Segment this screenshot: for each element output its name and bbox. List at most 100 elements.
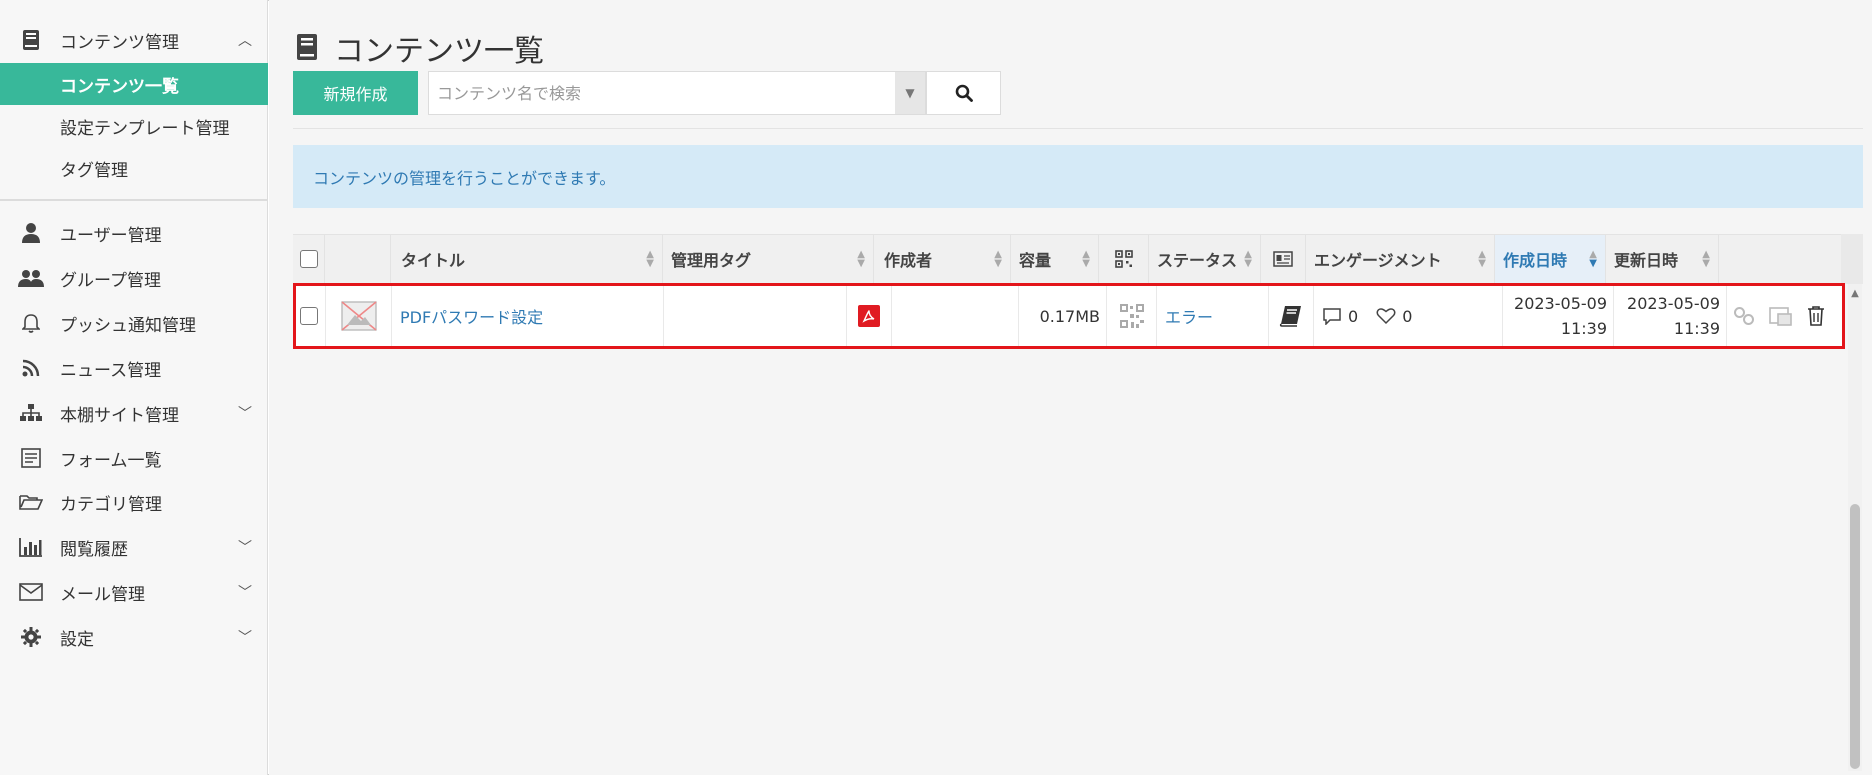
gear-icon (16, 625, 46, 649)
sidebar-item-label: コンテンツ管理 (60, 32, 179, 53)
book-icon[interactable] (1279, 305, 1303, 327)
envelope-icon (16, 580, 46, 604)
sitemap-icon (16, 401, 46, 425)
scroll-up-arrow-icon[interactable]: ▲ (1849, 288, 1861, 299)
sidebar-item-user-mgmt[interactable]: ユーザー管理 (0, 212, 268, 254)
search-button[interactable] (926, 71, 1001, 115)
table-header: タイトル ▲ ▼ 管理用タグ ▲ ▼ 作成者 ▲ ▼ 容量 ▲ ▼ ステータス ▲ ▼ エ… (293, 234, 1841, 284)
sidebar-item-label: ユーザー管理 (60, 225, 162, 246)
id-card-icon (1273, 251, 1293, 267)
updated-time: 11:39 (1673, 319, 1720, 338)
created-date: 2023-05-09 (1514, 294, 1607, 313)
sidebar-item-mail-mgmt[interactable]: メール管理 ﹀ (0, 571, 268, 613)
header-status[interactable]: ステータス ▲ ▼ (1149, 235, 1261, 283)
users-icon (16, 266, 46, 290)
actions-header (1719, 235, 1841, 283)
sort-icon: ▲ ▼ (646, 249, 654, 269)
chevron-down-icon: ﹀ (238, 630, 252, 646)
sort-icon: ▲ ▼ (857, 249, 865, 269)
sort-icon: ▲ ▼ (1478, 249, 1486, 269)
status-cell: エラー (1157, 286, 1269, 346)
sidebar-item-label: プッシュ通知管理 (60, 315, 196, 336)
sidebar-item-content-list[interactable]: コンテンツ一覧 (0, 63, 268, 105)
book-icon (296, 33, 322, 63)
header-size[interactable]: 容量 ▲ ▼ (1011, 235, 1099, 283)
sidebar-item-settings-template[interactable]: 設定テンプレート管理 (0, 105, 268, 147)
header-title[interactable]: タイトル ▲ ▼ (391, 235, 663, 283)
sidebar-item-label: メール管理 (60, 584, 145, 605)
copy-icon[interactable] (1769, 305, 1793, 327)
sidebar-item-bookshelf-mgmt[interactable]: 本棚サイト管理 ﹀ (0, 392, 268, 434)
qr-code-icon (1114, 250, 1133, 268)
header-label: エンゲージメント (1314, 251, 1442, 270)
like-count: 0 (1402, 306, 1413, 326)
scroll-thumb[interactable] (1850, 504, 1860, 769)
author-cell (892, 286, 1019, 346)
thumbnail-cell (326, 286, 392, 346)
sidebar-item-label: 設定 (60, 629, 94, 650)
header-engagement[interactable]: エンゲージメント ▲ ▼ (1306, 235, 1495, 283)
sidebar-item-content-mgmt[interactable]: コンテンツ管理 ︿ (0, 19, 268, 61)
sidebar-item-category-mgmt[interactable]: カテゴリ管理 (0, 481, 268, 523)
sidebar-item-view-history[interactable]: 閲覧履歴 ﹀ (0, 526, 268, 568)
book-icon (16, 28, 46, 52)
header-qr (1099, 235, 1149, 283)
header-card (1261, 235, 1306, 283)
no-image-icon[interactable] (339, 299, 379, 333)
filetype-cell (847, 286, 892, 346)
select-all-cell (293, 235, 325, 283)
header-label: 更新日時 (1614, 251, 1679, 270)
header-tag[interactable]: 管理用タグ ▲ ▼ (663, 235, 874, 283)
qr-code-icon[interactable] (1119, 303, 1145, 329)
chevron-up-icon: ︿ (238, 33, 252, 49)
caret-down-icon[interactable]: ▼ (895, 72, 925, 114)
user-icon (16, 221, 46, 245)
page-title: コンテンツ一覧 (296, 26, 544, 70)
page-title-text: コンテンツ一覧 (334, 34, 544, 69)
viewer-cell (1269, 286, 1314, 346)
sidebar: コンテンツ管理 ︿ コンテンツ一覧 設定テンプレート管理 タグ管理 ユーザー管理… (0, 0, 268, 775)
trash-icon[interactable] (1807, 305, 1825, 327)
qr-cell (1107, 286, 1157, 346)
sidebar-divider (0, 199, 268, 201)
link-icon[interactable] (1733, 305, 1755, 327)
sidebar-item-tag-mgmt[interactable]: タグ管理 (0, 147, 268, 189)
comment-icon (1323, 308, 1341, 325)
title-cell: PDFパスワード設定 (392, 286, 664, 346)
sidebar-item-form-list[interactable]: フォーム一覧 (0, 437, 268, 479)
form-icon (16, 446, 46, 470)
header-label: 容量 (1019, 251, 1052, 270)
header-label: 管理用タグ (671, 251, 752, 270)
header-created[interactable]: 作成日時 ▲ ▼ (1495, 235, 1606, 283)
search-input[interactable] (429, 72, 895, 114)
header-updated[interactable]: 更新日時 ▲ ▼ (1606, 235, 1719, 283)
sort-icon: ▲ ▼ (1702, 249, 1710, 269)
chevron-down-icon: ﹀ (238, 540, 252, 556)
created-time: 11:39 (1560, 319, 1607, 338)
new-content-button[interactable]: 新規作成 (293, 71, 418, 115)
select-all-checkbox[interactable] (300, 250, 318, 268)
sort-icon: ▲ ▼ (1082, 249, 1090, 269)
vertical-scrollbar[interactable]: ▲ (1848, 284, 1862, 771)
heart-icon (1376, 308, 1396, 325)
header-author[interactable]: 作成者 ▲ ▼ (874, 235, 1011, 283)
updated-date: 2023-05-09 (1627, 294, 1720, 313)
bar-chart-icon (16, 535, 46, 559)
content-title-link[interactable]: PDFパスワード設定 (400, 304, 543, 328)
sidebar-item-label: コンテンツ一覧 (60, 76, 179, 97)
sidebar-item-label: タグ管理 (60, 160, 128, 181)
sidebar-item-group-mgmt[interactable]: グループ管理 (0, 257, 268, 299)
sidebar-item-news-mgmt[interactable]: ニュース管理 (0, 347, 268, 389)
info-banner: コンテンツの管理を行うことができます。 (293, 145, 1863, 208)
sidebar-item-label: グループ管理 (60, 270, 161, 291)
rss-icon (16, 356, 46, 380)
divider (293, 128, 1863, 129)
sort-icon: ▲ ▼ (994, 249, 1002, 269)
sidebar-item-settings[interactable]: 設定 ﹀ (0, 616, 268, 658)
status-link[interactable]: エラー (1165, 304, 1213, 328)
row-checkbox[interactable] (300, 307, 318, 325)
main-content (269, 0, 1872, 775)
chevron-down-icon: ﹀ (238, 406, 252, 422)
folder-open-icon (16, 490, 46, 514)
sidebar-item-push-mgmt[interactable]: プッシュ通知管理 (0, 302, 268, 344)
